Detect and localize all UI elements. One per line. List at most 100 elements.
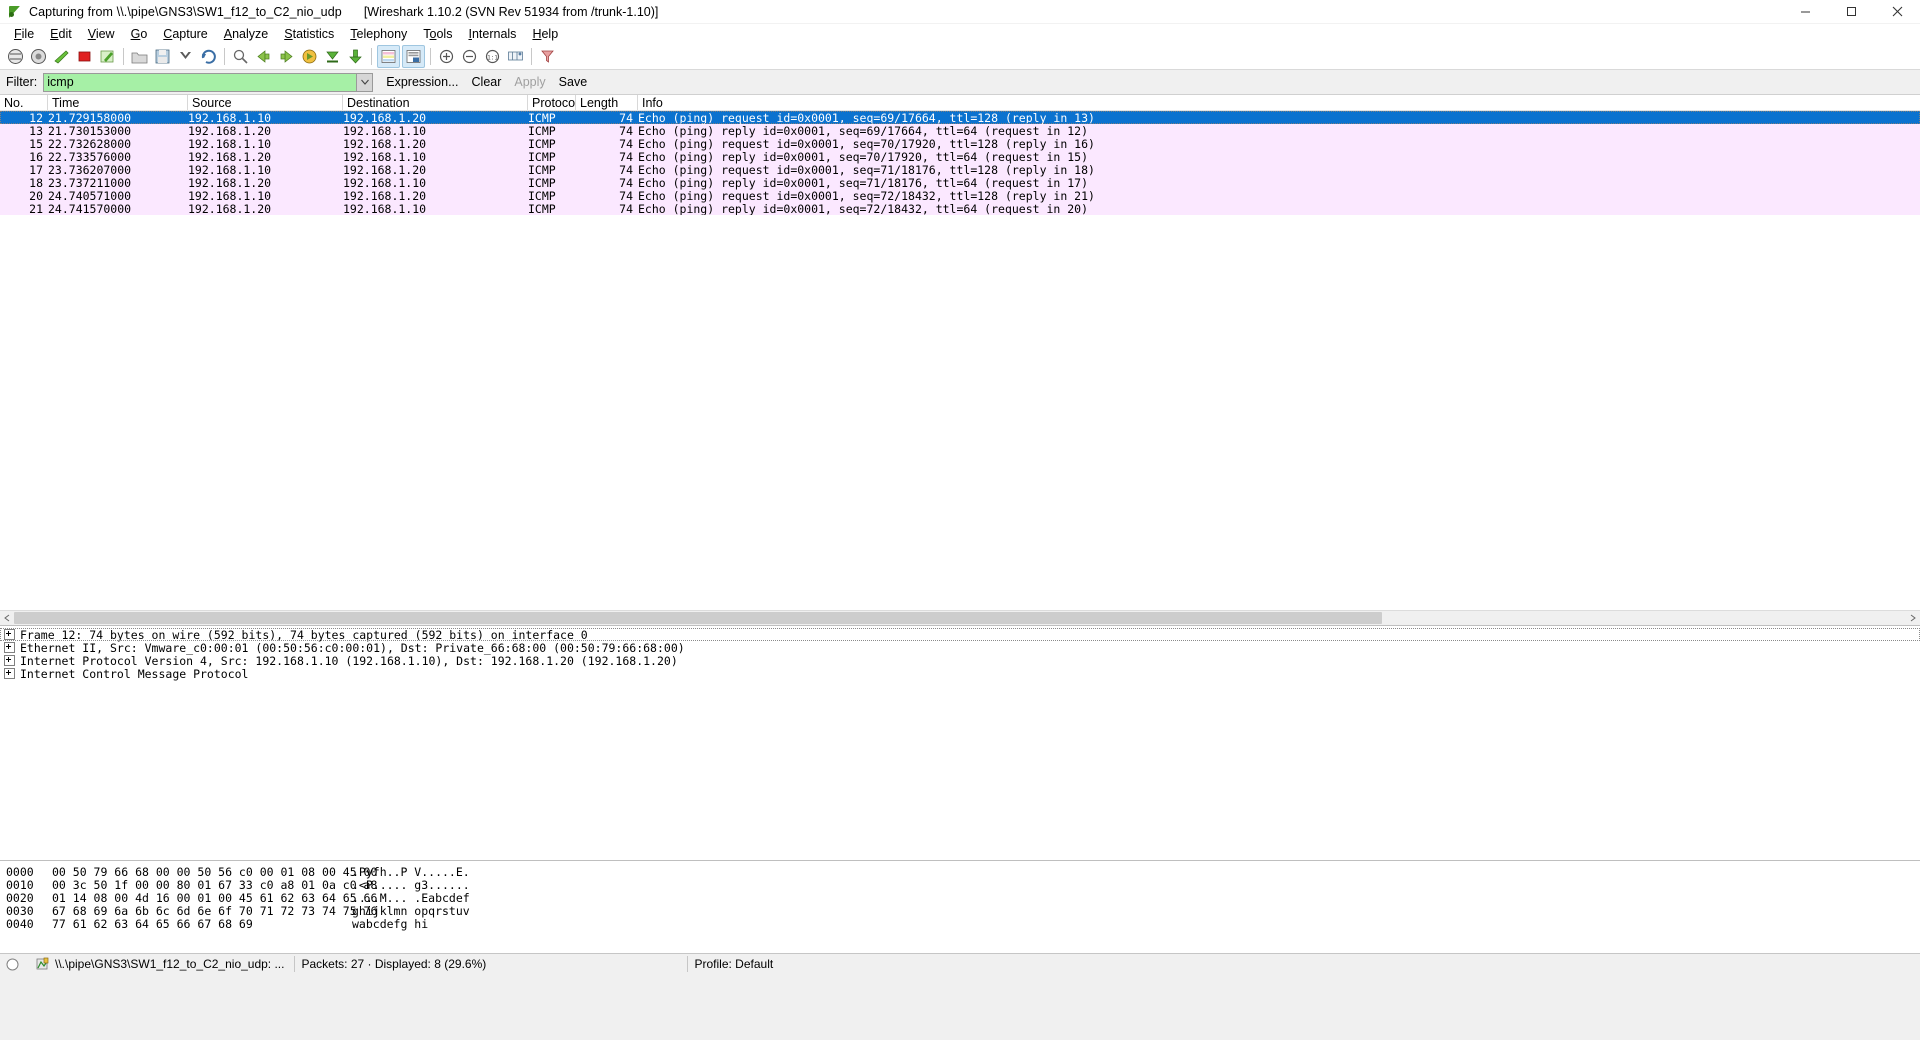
cell-source: 192.168.1.10 xyxy=(188,136,272,151)
table-row[interactable]: 21 24.741570000 192.168.1.20 192.168.1.10 IC… xyxy=(0,201,1920,216)
table-row[interactable]: 17 23.736207000 192.168.1.10 192.168.1.20 IC… xyxy=(0,162,1920,177)
apply-filter-button[interactable]: Apply xyxy=(514,75,545,89)
cell-time: 24.740571000 xyxy=(48,188,132,203)
column-header-time[interactable]: Time xyxy=(48,95,188,110)
cell-no: 12 xyxy=(29,110,43,125)
start-capture-icon[interactable] xyxy=(51,46,72,67)
close-button[interactable] xyxy=(1874,0,1920,23)
cell-source: 192.168.1.20 xyxy=(188,201,272,216)
table-row[interactable]: 13 21.730153000 192.168.1.20 192.168.1.10 IC… xyxy=(0,123,1920,138)
table-row[interactable]: 20 24.740571000 192.168.1.10 192.168.1.20 IC… xyxy=(0,188,1920,203)
cell-source: 192.168.1.20 xyxy=(188,123,272,138)
column-header-info[interactable]: Info xyxy=(638,95,1538,110)
column-header-length[interactable]: Length xyxy=(576,95,638,110)
detail-tree-item[interactable]: Internet Protocol Version 4, Src: 192.16… xyxy=(0,654,1920,668)
hex-bytes: 00 50 79 66 68 00 00 50 56 c0 00 01 08 0… xyxy=(52,864,378,879)
expand-plus-icon[interactable] xyxy=(4,668,15,679)
hex-dump-line[interactable]: 0040 77 61 62 63 64 65 66 67 68 69 wabcdef… xyxy=(6,916,1920,931)
cell-no: 16 xyxy=(29,149,43,164)
cell-protocol: ICMP xyxy=(528,123,556,138)
capture-options-icon[interactable] xyxy=(28,46,49,67)
table-row[interactable]: 16 22.733576000 192.168.1.20 192.168.1.10 IC… xyxy=(0,149,1920,164)
table-row[interactable]: 12 21.729158000 192.168.1.10 192.168.1.20 IC… xyxy=(0,110,1920,125)
restart-capture-icon[interactable] xyxy=(97,46,118,67)
chevron-down-icon[interactable] xyxy=(356,73,373,91)
menu-analyze[interactable]: Analyze xyxy=(216,26,276,43)
hex-dump-line[interactable]: 0030 67 68 69 6a 6b 6c 6d 6e 6f 70 71 72 … xyxy=(6,904,1920,918)
expert-info-circle-icon[interactable] xyxy=(0,954,30,974)
cell-source: 192.168.1.10 xyxy=(188,162,272,177)
column-header-protocol[interactable]: Protocol xyxy=(528,95,576,110)
capture-file-status[interactable]: \\.\pipe\GNS3\SW1_f12_to_C2_nio_udp: ... xyxy=(30,954,290,974)
chevron-right-icon[interactable] xyxy=(1906,611,1920,625)
profile-indicator[interactable]: Profile: Default xyxy=(688,954,1920,974)
menu-capture[interactable]: Capture xyxy=(155,26,215,43)
cell-length: 74 xyxy=(619,123,633,138)
hex-ascii: ....M... .Eabcdef xyxy=(352,890,470,905)
open-file-icon[interactable] xyxy=(129,46,150,67)
resize-columns-icon[interactable] xyxy=(505,46,526,67)
go-back-icon[interactable] xyxy=(253,46,274,67)
interfaces-icon[interactable] xyxy=(5,46,26,67)
hex-dump-line[interactable]: 0000 00 50 79 66 68 00 00 50 56 c0 00 01 … xyxy=(6,864,1920,879)
zoom-out-icon[interactable] xyxy=(459,46,480,67)
hscroll-track[interactable] xyxy=(14,611,1906,625)
maximize-button[interactable] xyxy=(1828,0,1874,23)
expand-plus-icon[interactable] xyxy=(4,629,15,640)
save-filter-button[interactable]: Save xyxy=(559,75,588,89)
menu-telephony[interactable]: Telephony xyxy=(342,26,415,43)
reload-file-icon[interactable] xyxy=(198,46,219,67)
find-packet-icon[interactable] xyxy=(230,46,251,67)
menu-file-label: ile xyxy=(21,26,35,41)
hex-dump-line[interactable]: 0020 01 14 08 00 4d 16 00 01 00 45 61 62 … xyxy=(6,890,1920,905)
close-file-icon[interactable] xyxy=(175,46,196,67)
go-forward-icon[interactable] xyxy=(276,46,297,67)
menu-edit[interactable]: Edit xyxy=(42,26,80,43)
filter-input[interactable] xyxy=(44,73,357,91)
packet-list-pane: No. Time Source Destination Protocol Len… xyxy=(0,95,1920,625)
save-file-icon[interactable] xyxy=(152,46,173,67)
table-row[interactable]: 15 22.732628000 192.168.1.10 192.168.1.20 IC… xyxy=(0,136,1920,151)
packet-bytes-pane[interactable]: 0000 00 50 79 66 68 00 00 50 56 c0 00 01 … xyxy=(0,860,1920,953)
menu-file[interactable]: File xyxy=(6,26,42,43)
capture-filters-icon[interactable] xyxy=(537,46,558,67)
menu-view[interactable]: View xyxy=(80,26,123,43)
column-header-source[interactable]: Source xyxy=(188,95,343,110)
detail-tree-item[interactable]: Ethernet II, Src: Vmware_c0:00:01 (00:50… xyxy=(0,640,1920,655)
minimize-button[interactable] xyxy=(1782,0,1828,23)
menu-go[interactable]: Go xyxy=(123,26,156,43)
expand-plus-icon[interactable] xyxy=(4,655,15,666)
table-row[interactable]: 18 23.737211000 192.168.1.20 192.168.1.10 IC… xyxy=(0,176,1920,190)
expand-plus-icon[interactable] xyxy=(4,642,15,653)
menu-help[interactable]: Help xyxy=(524,26,566,43)
go-last-packet-icon[interactable] xyxy=(345,46,366,67)
packet-detail-pane[interactable]: Frame 12: 74 bytes on wire (592 bits), 7… xyxy=(0,625,1920,860)
cell-protocol: ICMP xyxy=(528,201,556,216)
auto-scroll-icon[interactable] xyxy=(402,45,425,68)
detail-tree-item[interactable]: Internet Control Message Protocol xyxy=(0,667,1920,681)
cell-time: 22.732628000 xyxy=(48,136,132,151)
stop-capture-icon[interactable] xyxy=(74,46,95,67)
go-to-packet-icon[interactable] xyxy=(299,46,320,67)
expression-button[interactable]: Expression... xyxy=(386,75,458,89)
colorize-icon[interactable] xyxy=(377,45,400,68)
column-header-destination[interactable]: Destination xyxy=(343,95,528,110)
chevron-left-icon[interactable] xyxy=(0,611,14,625)
zoom-in-icon[interactable] xyxy=(436,46,457,67)
menu-internals[interactable]: Internals xyxy=(460,26,524,43)
hscroll-thumb[interactable] xyxy=(14,612,1382,624)
detail-tree-item-label: Ethernet II, Src: Vmware_c0:00:01 (00:50… xyxy=(20,640,685,655)
go-first-packet-icon[interactable] xyxy=(322,46,343,67)
menu-statistics[interactable]: Statistics xyxy=(276,26,342,43)
cell-protocol: ICMP xyxy=(528,110,556,125)
menu-tools[interactable]: Tools xyxy=(415,26,460,43)
hex-ascii: wabcdefg hi xyxy=(352,916,429,931)
zoom-reset-icon[interactable]: 1:1 xyxy=(482,46,503,67)
column-header-no[interactable]: No. xyxy=(0,95,48,110)
detail-tree-item[interactable]: Frame 12: 74 bytes on wire (592 bits), 7… xyxy=(0,628,1920,642)
display-filter-bar: Filter: Expression... Clear Apply Save xyxy=(0,70,1920,95)
hex-dump-line[interactable]: 0010 00 3c 50 1f 00 00 80 01 67 33 c0 a8 … xyxy=(6,878,1920,892)
filter-combobox[interactable] xyxy=(43,72,374,92)
clear-filter-button[interactable]: Clear xyxy=(472,75,502,89)
packet-list-hscrollbar[interactable] xyxy=(0,610,1920,625)
